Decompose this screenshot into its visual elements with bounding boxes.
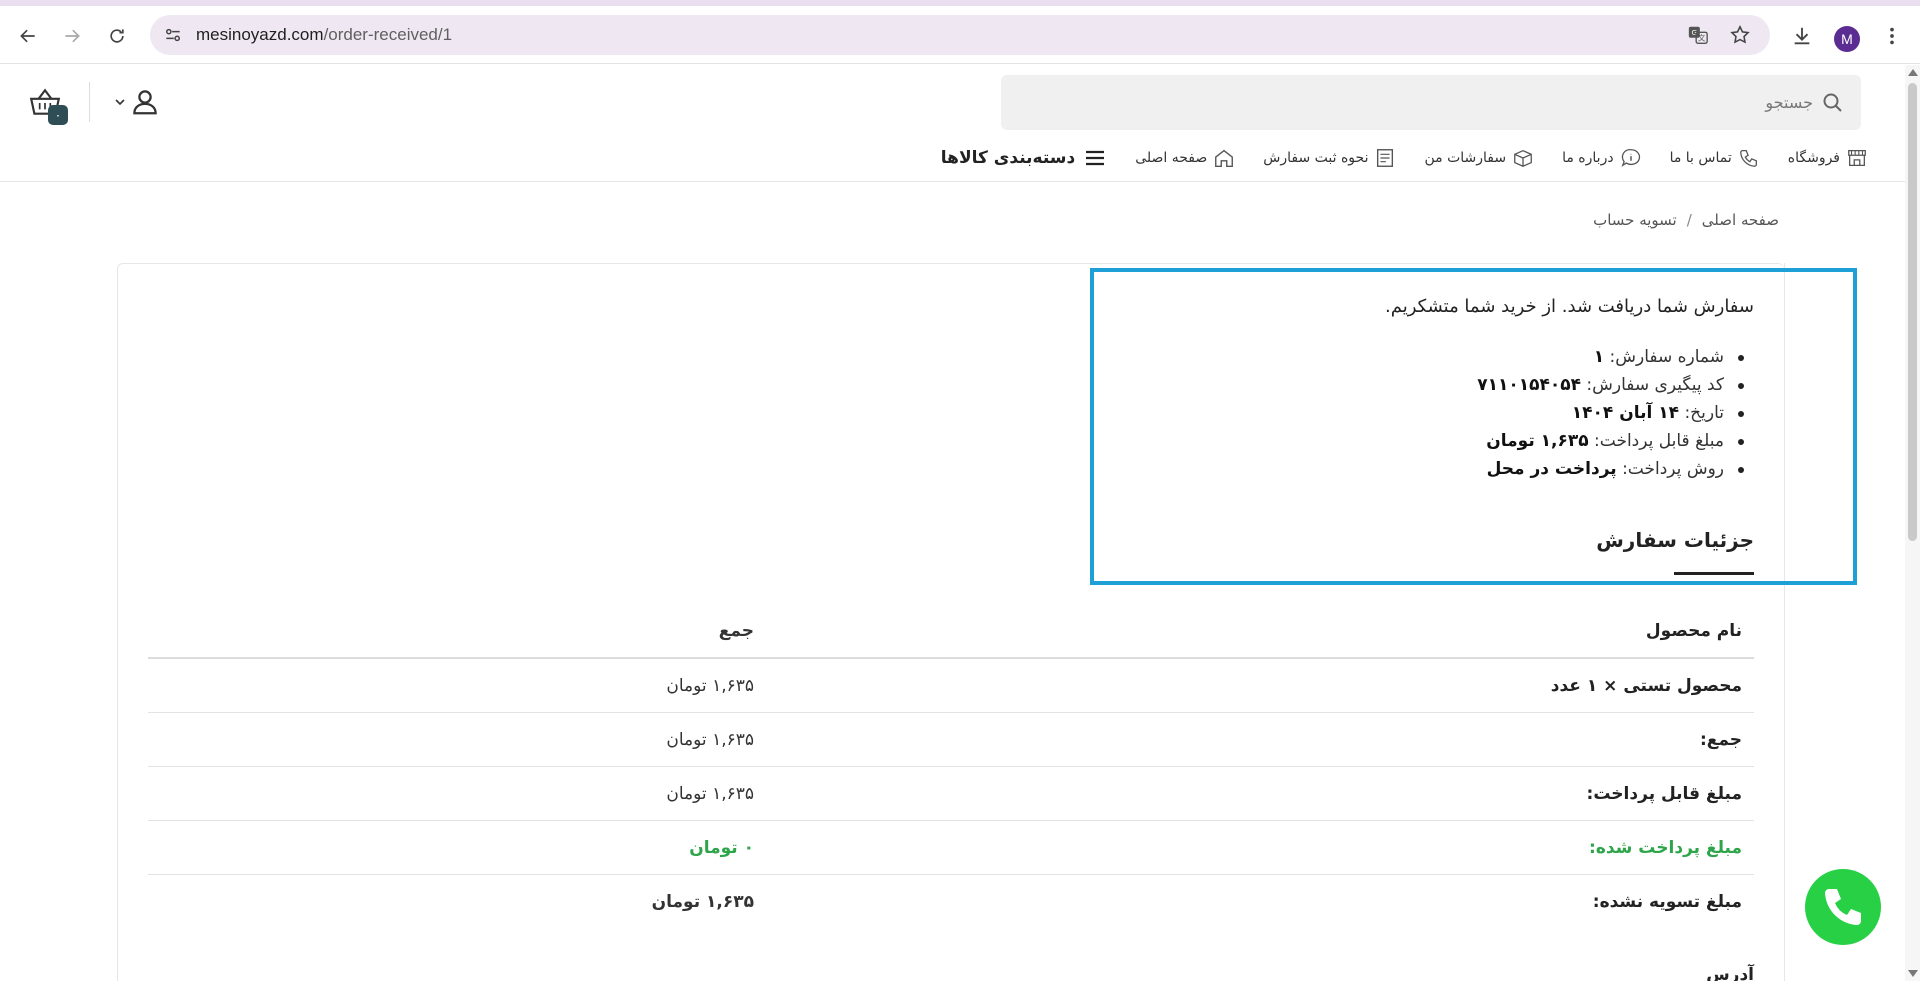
forward-button[interactable] xyxy=(56,20,88,52)
browser-toolbar: mesinoyazd.com/order-received/1 G文 M xyxy=(0,6,1920,64)
arrow-left-icon xyxy=(20,29,35,43)
breadcrumb-current: تسویه حساب xyxy=(1593,211,1677,229)
table-row-paid: مبلغ پرداخت شده: ۰ تومان xyxy=(148,821,1754,875)
product-name[interactable]: محصول تستی × ۱ عدد xyxy=(1551,659,1742,713)
reload-icon xyxy=(110,29,124,43)
nav-item-home[interactable]: صفحه اصلی xyxy=(1135,147,1235,169)
search-icon[interactable] xyxy=(1821,91,1845,115)
row-value: ۱,۶۳۵ تومان xyxy=(666,730,754,750)
breadcrumb-separator: / xyxy=(1686,211,1692,229)
whatsapp-button[interactable] xyxy=(1805,869,1881,945)
breadcrumb-home-link[interactable]: صفحه اصلی xyxy=(1702,211,1779,229)
table-row: محصول تستی × ۱ عدد ۱,۶۳۵ تومان xyxy=(148,659,1754,713)
main-navigation: دسته‌بندی کالاها صفحه اصلی نحوه ثبت سفار… xyxy=(905,142,1868,174)
nav-item-shop[interactable]: فروشگاه xyxy=(1788,147,1868,169)
scrollbar-thumb[interactable] xyxy=(1908,83,1917,541)
row-value: ۰ تومان xyxy=(689,838,754,858)
reload-button[interactable] xyxy=(101,20,133,52)
profile-avatar[interactable]: M xyxy=(1834,26,1860,52)
browser-menu-button[interactable] xyxy=(1876,20,1908,52)
order-payable-amount: مبلغ قابل پرداخت: ۱,۶۳۵ تومان xyxy=(1477,427,1754,455)
column-header-total: جمع xyxy=(718,621,754,641)
table-row-unsettled: مبلغ تسویه نشده: ۱,۶۳۵ تومان xyxy=(148,875,1754,929)
categories-menu[interactable]: دسته‌بندی کالاها xyxy=(941,146,1107,170)
row-label: مبلغ قابل پرداخت: xyxy=(1586,784,1742,804)
user-icon xyxy=(133,90,157,115)
back-button[interactable] xyxy=(12,20,44,52)
search-bar[interactable] xyxy=(1001,75,1861,130)
nav-item-label: سفارشات من xyxy=(1424,150,1507,166)
order-overview-list: شماره سفارش: ۱ کد پیگیری سفارش: ۷۱۱۰۱۵۴۰… xyxy=(1477,343,1754,483)
store-icon xyxy=(1848,150,1866,166)
row-label: مبلغ پرداخت شده: xyxy=(1589,838,1742,858)
receipt-icon xyxy=(1377,149,1394,167)
table-row: مبلغ قابل پرداخت: ۱,۶۳۵ تومان xyxy=(148,767,1754,821)
hamburger-icon xyxy=(1086,150,1105,166)
nav-item-label: درباره ما xyxy=(1562,150,1614,166)
nav-item-about[interactable]: درباره ما xyxy=(1562,147,1641,169)
breadcrumb: صفحه اصلی / تسویه حساب xyxy=(1593,211,1779,229)
scroll-down-arrow-icon[interactable] xyxy=(1908,970,1918,977)
nav-item-my-orders[interactable]: سفارشات من xyxy=(1424,147,1534,169)
nav-item-contact[interactable]: تماس با ما xyxy=(1670,147,1760,169)
order-thanks-message: سفارش شما دریافت شد. از خرید شما متشکریم… xyxy=(1385,296,1754,317)
home-icon xyxy=(1215,149,1234,167)
site-info-icon[interactable] xyxy=(160,22,186,48)
order-payment-method: روش پرداخت: پرداخت در محل xyxy=(1477,455,1754,483)
nav-item-label: فروشگاه xyxy=(1787,150,1840,166)
order-number: شماره سفارش: ۱ xyxy=(1477,343,1754,371)
table-header-row: نام محصول جمع xyxy=(148,604,1754,659)
order-date: تاریخ: ۱۴ آبان ۱۴۰۴ xyxy=(1477,399,1754,427)
nav-item-label: نحوه ثبت سفارش xyxy=(1263,150,1369,166)
phone-icon xyxy=(1825,889,1861,925)
categories-label: دسته‌بندی کالاها xyxy=(940,148,1076,168)
row-value: ۱,۶۳۵ تومان xyxy=(666,784,754,804)
download-icon xyxy=(1794,27,1810,45)
order-tracking-code: کد پیگیری سفارش: ۷۱۱۰۱۵۴۰۵۴ xyxy=(1477,371,1754,399)
header-bottom-border xyxy=(0,181,1905,182)
column-header-product: نام محصول xyxy=(1645,621,1742,641)
svg-text:文: 文 xyxy=(1698,34,1706,43)
address-bar[interactable]: mesinoyazd.com/order-received/1 G文 xyxy=(150,15,1770,55)
row-value: ۱,۶۳۵ تومان xyxy=(651,892,754,912)
downloads-button[interactable] xyxy=(1786,20,1818,52)
scroll-up-arrow-icon[interactable] xyxy=(1908,69,1918,76)
row-label: مبلغ تسویه نشده: xyxy=(1592,892,1742,912)
nav-item-label: تماس با ما xyxy=(1669,150,1732,166)
url-text[interactable]: mesinoyazd.com/order-received/1 xyxy=(196,15,452,55)
address-heading: آدرس xyxy=(1706,965,1754,981)
chevron-down-icon xyxy=(115,99,125,106)
order-details-title: جزئیات سفارش xyxy=(1596,528,1754,552)
search-input[interactable] xyxy=(1053,75,1813,130)
row-label: جمع: xyxy=(1699,730,1742,750)
order-details-underline xyxy=(1674,572,1754,575)
product-total: ۱,۶۳۵ تومان xyxy=(666,676,754,696)
arrow-right-icon xyxy=(65,29,80,43)
page-scrollbar[interactable] xyxy=(1905,65,1920,981)
header-divider xyxy=(89,82,90,122)
nav-item-label: صفحه اصلی xyxy=(1135,150,1208,166)
translate-icon[interactable]: G文 xyxy=(1686,23,1710,47)
order-details-table: نام محصول جمع محصول تستی × ۱ عدد ۱,۶۳۵ ت… xyxy=(148,604,1754,929)
phone-icon xyxy=(1739,150,1757,167)
cart-count-badge: ۰ xyxy=(48,105,68,125)
more-vert-icon xyxy=(1890,27,1894,45)
package-icon xyxy=(1514,149,1532,167)
user-account-menu[interactable] xyxy=(114,86,162,118)
cart-button[interactable]: ۰ xyxy=(28,86,70,128)
nav-item-how-to-order[interactable]: نحوه ثبت سفارش xyxy=(1263,147,1396,169)
info-bubble-icon xyxy=(1621,149,1640,167)
bookmark-star-icon[interactable] xyxy=(1728,23,1752,47)
table-row: جمع: ۱,۶۳۵ تومان xyxy=(148,713,1754,767)
